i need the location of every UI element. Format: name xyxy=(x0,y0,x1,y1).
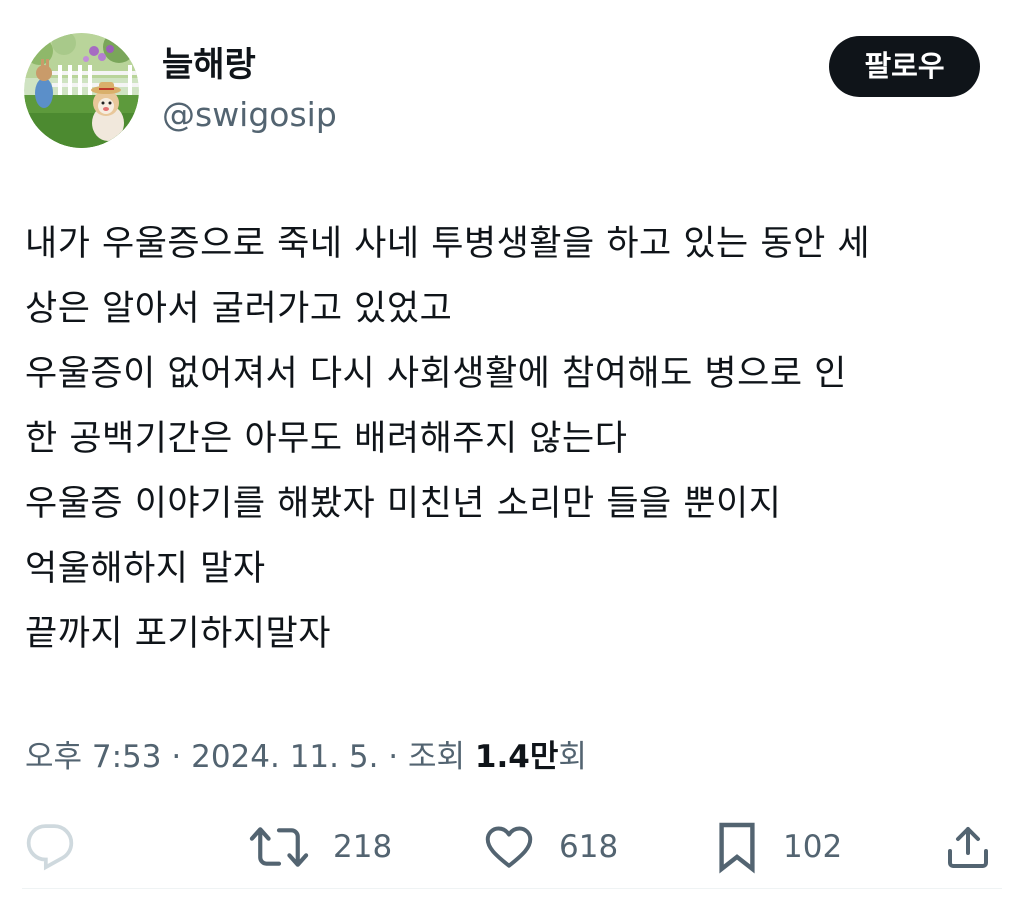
tweet-meta: 오후 7:53 · 2024. 11. 5. · 조회 1.4만회 xyxy=(25,732,587,782)
share-icon xyxy=(948,827,988,868)
reply-icon xyxy=(26,824,74,871)
tweet-text: 내가 우울증으로 죽네 사네 투병생활을 하고 있는 동안 세 상은 알아서 굴… xyxy=(25,212,1005,667)
tweet-text-line: 내가 우울증으로 죽네 사네 투병생활을 하고 있는 동안 세 xyxy=(25,224,871,264)
avatar-image xyxy=(24,33,139,148)
share-button[interactable] xyxy=(944,815,992,879)
bookmark-count: 102 xyxy=(783,829,843,865)
tweet-text-line: 상은 알아서 굴러가고 있었고 xyxy=(25,289,453,329)
retweet-icon xyxy=(249,827,309,867)
divider xyxy=(22,888,1002,889)
heart-icon xyxy=(485,826,533,868)
meta-separator: · xyxy=(388,739,399,775)
meta-separator: · xyxy=(171,739,182,775)
tweet-text-line: 우울증 이야기를 해봤자 미친년 소리만 들을 뿐이지 xyxy=(25,484,782,524)
bookmark-icon xyxy=(719,822,755,874)
retweet-count: 218 xyxy=(333,829,393,865)
views-suffix: 회 xyxy=(558,739,587,775)
views-label: 조회 xyxy=(408,739,466,775)
tweet-text-line: 한 공백기간은 아무도 배려해주지 않는다 xyxy=(25,419,628,459)
tweet-text-line: 끝까지 포기하지말자 xyxy=(25,614,331,654)
user-handle[interactable]: @swigosip xyxy=(162,92,337,138)
bookmark-button[interactable]: 102 xyxy=(715,815,842,879)
action-bar: 218 618 102 xyxy=(0,815,1024,879)
tweet-time[interactable]: 오후 7:53 xyxy=(25,739,162,775)
display-name[interactable]: 늘해랑 xyxy=(162,40,256,90)
tweet-text-line: 우울증이 없어져서 다시 사회생활에 참여해도 병으로 인 xyxy=(25,354,847,394)
retweet-button[interactable]: 218 xyxy=(249,815,392,879)
tweet-card: 늘해랑 @swigosip 팔로우 내가 우울증으로 죽네 사네 투병생활을 하… xyxy=(0,0,1024,898)
like-count: 618 xyxy=(559,829,619,865)
avatar[interactable] xyxy=(24,33,139,148)
like-button[interactable]: 618 xyxy=(483,815,618,879)
follow-button[interactable]: 팔로우 xyxy=(829,36,980,97)
tweet-text-line: 억울해하지 말자 xyxy=(25,549,266,589)
tweet-date[interactable]: 2024. 11. 5. xyxy=(191,739,378,775)
views-count: 1.4 xyxy=(474,739,530,775)
views-unit: 만 xyxy=(529,739,559,775)
reply-button[interactable] xyxy=(25,815,75,879)
